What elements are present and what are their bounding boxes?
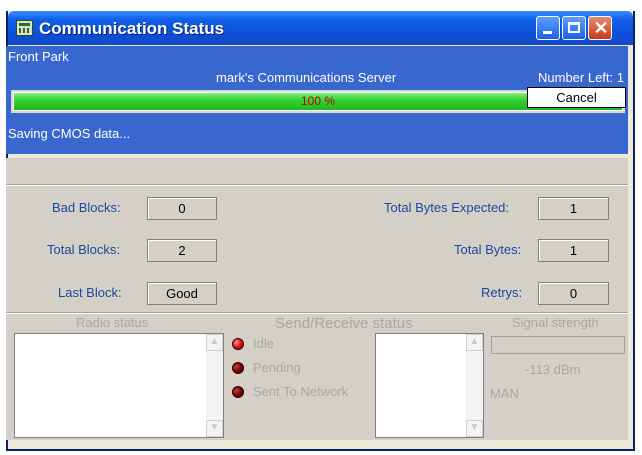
retrys-value: 0 [538,282,609,305]
bad-blocks-value: 0 [147,197,217,220]
last-block-value: Good [147,282,217,305]
signal-strength-label: Signal strength [512,315,599,330]
maximize-button[interactable] [562,16,586,40]
app-icon [16,20,33,36]
divider [6,312,628,314]
retrys-label: Retrys: [481,285,523,300]
scroll-down-icon[interactable]: ▼ [206,420,223,437]
status-message: Saving CMOS data... [8,126,131,141]
details-panel: Bad Blocks: 0 Total Blocks: 2 Last Block… [6,158,628,440]
send-receive-scrollbar[interactable]: ▲ ▼ [466,334,483,437]
total-bytes-label: Total Bytes: [454,242,522,257]
signal-strength-meter [491,336,625,354]
last-block-label: Last Block: [58,285,122,300]
scroll-up-icon[interactable]: ▲ [466,334,483,351]
send-receive-list[interactable]: ▲ ▼ [375,333,484,438]
location-label: Front Park [8,49,69,64]
number-left-label: Number Left: 1 [538,70,624,85]
minimize-button[interactable] [536,16,560,40]
pending-indicator-icon [232,362,244,374]
cancel-button[interactable]: Cancel [527,87,626,108]
idle-indicator-icon [232,338,244,350]
scroll-down-icon[interactable]: ▼ [466,420,483,437]
minimize-icon [543,31,552,34]
sent-to-network-label: Sent To Network [253,384,349,399]
divider [6,184,628,186]
bad-blocks-label: Bad Blocks: [52,200,121,215]
signal-dbm-value: -113 dBm [525,362,581,377]
total-bytes-value: 1 [538,239,609,262]
title-bar[interactable]: Communication Status ✕ [8,11,633,45]
total-bytes-expected-value: 1 [538,197,609,220]
pending-label: Pending [253,360,301,375]
total-blocks-value: 2 [147,239,217,262]
close-button[interactable]: ✕ [588,16,612,40]
total-bytes-expected-label: Total Bytes Expected: [384,200,510,215]
idle-label: Idle [253,336,274,351]
sent-to-network-indicator-icon [232,386,244,398]
radio-status-list[interactable]: ▲ ▼ [14,333,224,438]
send-receive-status-label: Send/Receive status [275,315,413,332]
window-title: Communication Status [39,19,225,38]
mode-value: MAN [490,386,519,401]
server-label: mark's Communications Server [216,70,397,85]
close-icon: ✕ [593,18,609,38]
scroll-up-icon[interactable]: ▲ [206,334,223,351]
radio-status-scrollbar[interactable]: ▲ ▼ [206,334,223,437]
maximize-icon [568,22,580,33]
radio-status-label: Radio status [76,315,149,330]
total-blocks-label: Total Blocks: [47,242,120,257]
